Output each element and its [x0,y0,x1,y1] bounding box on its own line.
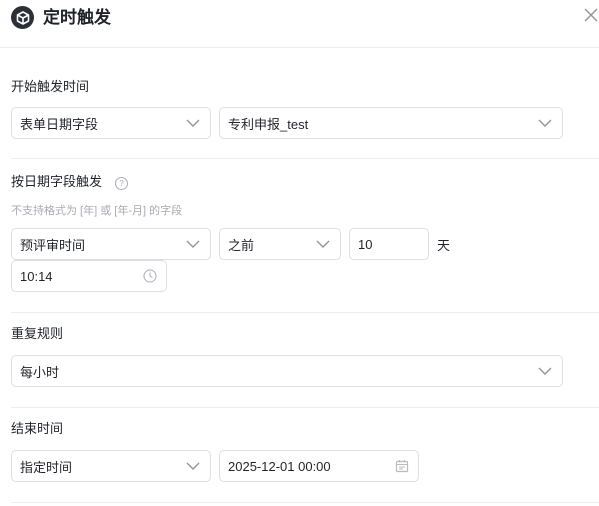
start-type-value: 表单日期字段 [20,116,99,132]
start-field-value: 专利申报_test [228,116,309,132]
chevron-down-icon [316,240,330,248]
chevron-down-icon [186,119,200,127]
direction-select[interactable]: 之前 [219,228,341,260]
start-field-select[interactable]: 专利申报_test [219,107,563,139]
cube-icon [11,6,34,29]
end-datetime-picker[interactable]: 2025-12-01 00:00 [219,450,419,482]
end-datetime-value: 2025-12-01 00:00 [228,458,331,474]
date-field-value: 预评审时间 [20,237,86,253]
chevron-down-icon [538,367,552,375]
chevron-down-icon [186,462,200,470]
section-divider [11,407,599,408]
dialog-header: 定时触发 [0,0,599,36]
by-field-label: 按日期字段触发 [11,174,103,189]
end-type-value: 指定时间 [20,459,73,475]
question-circle-icon[interactable]: ? [115,177,128,190]
clock-icon [143,269,157,283]
start-type-select[interactable]: 表单日期字段 [11,107,211,139]
offset-input[interactable]: 10 [349,228,429,260]
offset-value: 10 [358,236,373,252]
header-divider [0,47,599,48]
section-divider [11,158,599,159]
by-field-hint: 不支持格式为 [年] 或 [年-月] 的字段 [11,205,183,217]
offset-unit: 天 [437,238,451,253]
close-icon[interactable] [584,8,599,26]
repeat-label: 重复规则 [11,326,64,341]
section-divider [11,312,599,313]
chevron-down-icon [538,119,552,127]
date-field-select[interactable]: 预评审时间 [11,228,211,260]
dialog-title: 定时触发 [43,8,111,27]
chevron-down-icon [186,240,200,248]
start-time-label: 开始触发时间 [11,79,90,94]
section-divider [11,502,599,503]
time-picker[interactable]: 10:14 [11,260,167,292]
repeat-value: 每小时 [20,364,60,380]
end-type-select[interactable]: 指定时间 [11,450,211,482]
repeat-select[interactable]: 每小时 [11,355,563,387]
calendar-icon [395,460,409,473]
end-time-label: 结束时间 [11,421,64,436]
